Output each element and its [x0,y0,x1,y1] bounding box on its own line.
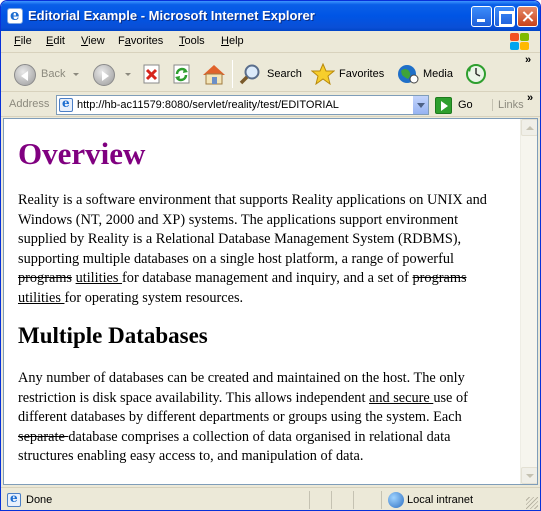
search-button[interactable] [239,63,261,85]
page-title: Overview [18,136,146,171]
body-text: structures enabling easy access to, and … [18,448,364,464]
body-text: Windows (NT, 2000 and XP) systems. The a… [18,211,459,228]
menu-file[interactable]: File [14,35,32,47]
media-icon [398,65,419,84]
zone-label: Local intranet [407,494,474,506]
back-dropdown-icon[interactable] [73,73,79,76]
status-pane [381,491,382,509]
home-button[interactable] [202,63,225,85]
address-bar: Address http://hb-ac11579:8080/servlet/r… [1,92,540,117]
body-text: for database management and inquiry, and… [122,270,413,286]
page-content[interactable]: Overview Reality is a software environme… [3,118,538,485]
text-line: utilities for operating system resources… [18,289,518,309]
body-text: supplied by Reality is a Relational Data… [18,231,462,247]
address-dropdown-icon[interactable] [412,96,428,114]
text-line: restriction is disk space availability. … [18,389,518,409]
close-button[interactable] [517,6,538,27]
body-text: different databases by different departm… [18,409,462,425]
intranet-globe-icon [388,492,404,508]
links-button[interactable]: Links [492,99,524,111]
menu-favorites[interactable]: Favorites [118,35,163,47]
stop-icon [143,64,160,84]
status-bar: Done Local intranet [1,487,540,510]
page-icon [59,96,73,112]
menu-edit[interactable]: Edit [46,35,65,47]
body-text: use of [433,389,468,406]
scroll-down-icon[interactable] [521,467,537,484]
links-overflow-icon[interactable]: » [527,92,533,104]
browser-window: Editorial Example - Microsoft Internet E… [0,0,541,511]
databases-paragraph: Any number of databases can be created a… [18,369,518,467]
stop-button[interactable] [141,63,163,85]
title-bar[interactable]: Editorial Example - Microsoft Internet E… [1,1,540,31]
inserted-text: utilities [18,289,65,306]
toolbar-overflow-icon[interactable]: » [525,54,531,66]
forward-icon[interactable] [93,64,115,86]
window-title: Editorial Example - Microsoft Internet E… [28,8,315,23]
deleted-text: separate [18,428,69,445]
status-pane [331,491,332,509]
status-pane [353,491,354,509]
favorites-button[interactable] [310,62,336,86]
address-label: Address [9,98,50,110]
body-text: database comprises a collection of data … [68,428,451,445]
windows-flag-icon [508,32,530,51]
body-text: for operating system resources. [64,289,244,306]
body-text: restriction is disk space availability. … [18,389,369,406]
body-text: Reality is a software environment that s… [18,192,487,208]
toolbar-separator [232,60,233,88]
home-icon [203,65,225,85]
vertical-scrollbar[interactable] [520,119,537,484]
section-heading: Multiple Databases [18,323,208,348]
back-button[interactable]: Back [41,68,65,80]
body-text: Any number of databases can be created a… [18,370,465,386]
menu-tools[interactable]: Tools [179,35,205,47]
deleted-text: programs [412,270,467,286]
document: Overview Reality is a software environme… [4,119,520,484]
forward-dropdown-icon[interactable] [125,73,131,76]
ie-logo-icon [7,6,23,24]
scroll-up-icon[interactable] [521,119,537,136]
body-text: supporting multiple databases on a singl… [18,250,454,267]
text-line: supporting multiple databases on a singl… [18,250,518,270]
history-icon [466,64,486,84]
menu-bar: File Edit View Favorites Tools Help [1,31,540,53]
resize-grip-icon[interactable] [526,497,538,509]
deleted-text: programs [18,270,72,286]
text-line: structures enabling easy access to, and … [18,447,518,467]
inserted-text: utilities [75,270,123,286]
text-line: Reality is a software environment that s… [18,191,518,211]
address-url[interactable]: http://hb-ac11579:8080/servlet/reality/t… [77,99,339,111]
favorites-label[interactable]: Favorites [339,68,384,80]
inserted-text: and secure [369,389,434,406]
minimize-button[interactable] [471,6,492,27]
go-arrow-icon[interactable] [435,97,452,114]
menu-help[interactable]: Help [221,35,244,47]
status-text: Done [26,494,53,506]
refresh-icon [173,64,190,84]
text-line: separate database comprises a collection… [18,428,518,448]
page-status-icon [7,491,21,507]
overview-paragraph: Reality is a software environment that s… [18,191,518,308]
media-label[interactable]: Media [423,68,453,80]
go-button[interactable]: Go [458,99,473,111]
text-line: different databases by different departm… [18,408,518,428]
text-line: supplied by Reality is a Relational Data… [18,230,518,250]
search-label[interactable]: Search [267,68,302,80]
text-line: Any number of databases can be created a… [18,369,518,389]
text-line: programs utilities for database manageme… [18,269,518,289]
address-field[interactable]: http://hb-ac11579:8080/servlet/reality/t… [56,95,429,115]
refresh-button[interactable] [171,63,193,85]
search-icon [239,64,260,85]
text-line: Windows (NT, 2000 and XP) systems. The a… [18,211,518,231]
back-icon[interactable] [14,64,36,86]
status-pane [309,491,310,509]
maximize-button[interactable] [494,6,515,27]
star-icon [310,62,336,86]
media-button[interactable] [396,63,419,85]
menu-view[interactable]: View [81,35,105,47]
history-button[interactable] [464,63,486,85]
toolbar: Back Search Favorites Media » [1,54,540,92]
